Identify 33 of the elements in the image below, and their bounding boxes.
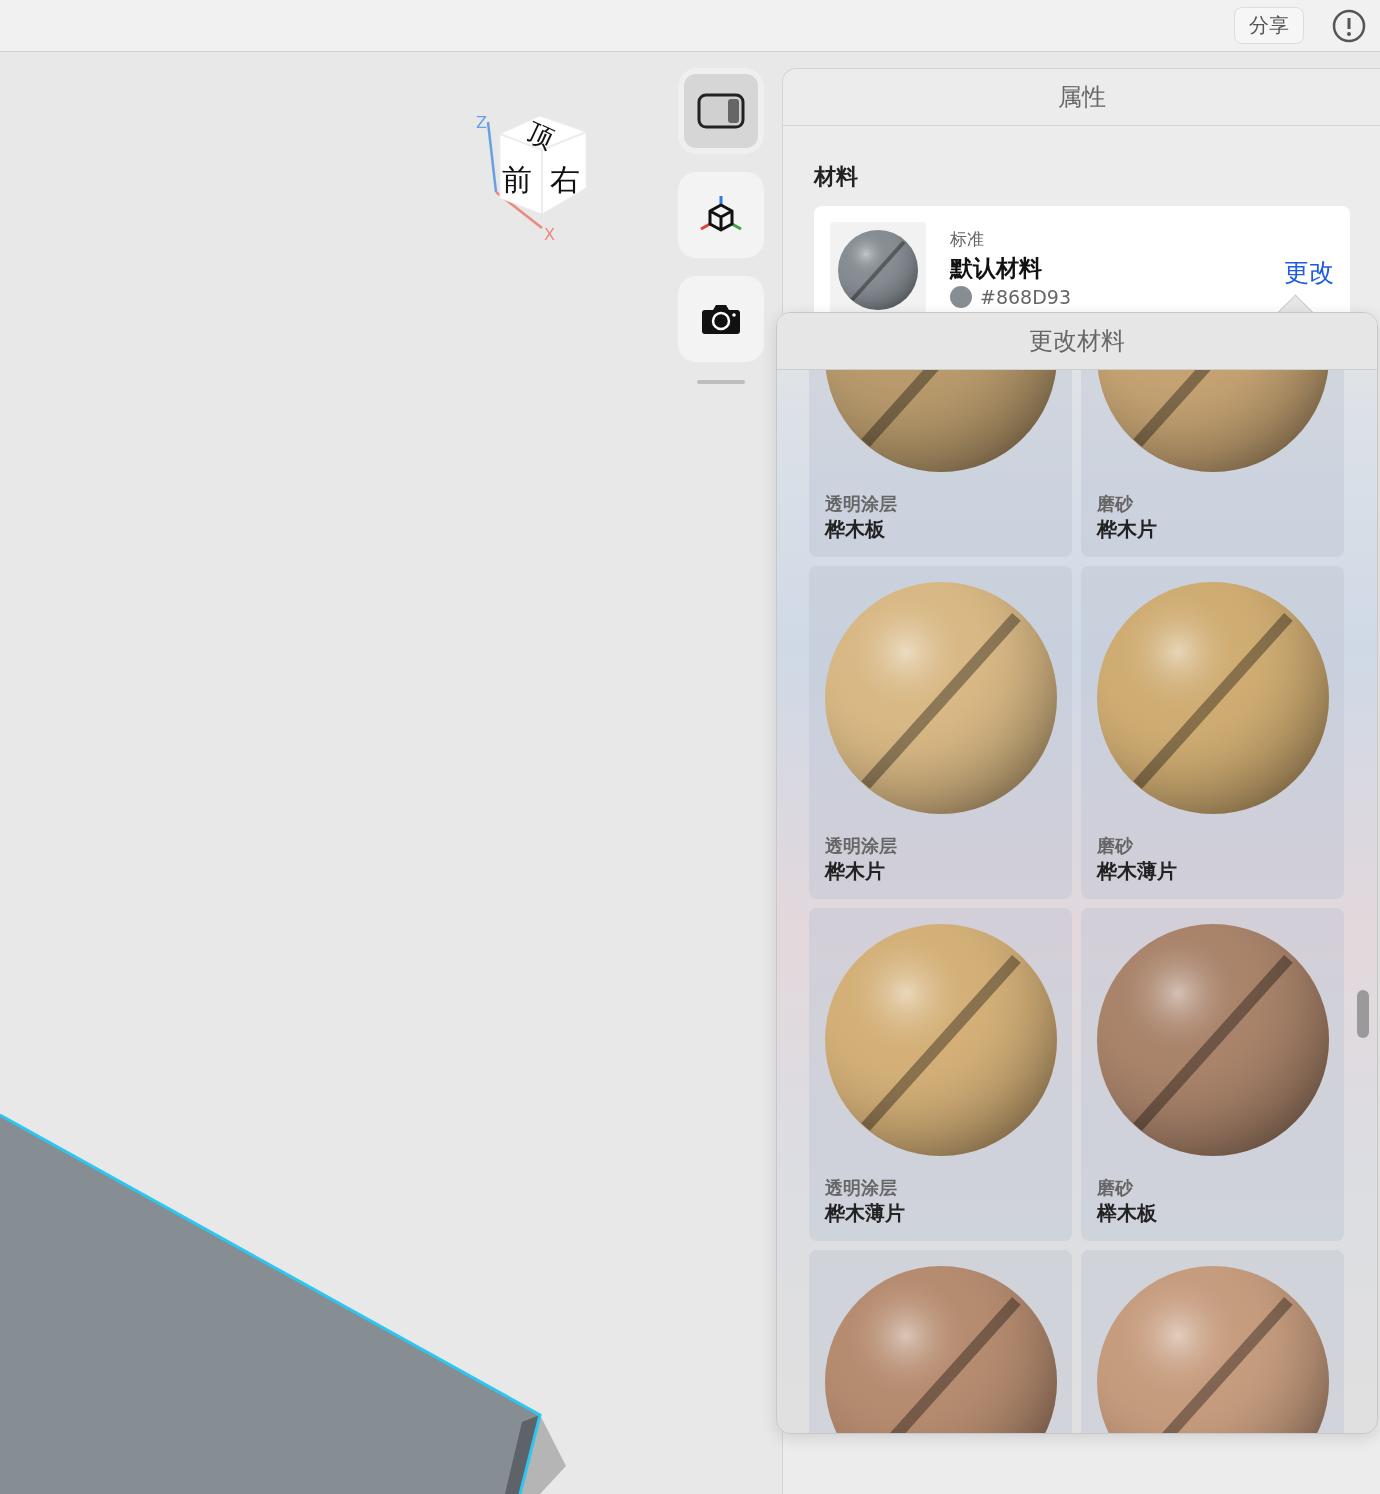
material-name: 桦木薄片 — [1097, 858, 1178, 885]
material-category: 磨砂 — [1097, 492, 1134, 516]
material-name: 桦木片 — [1097, 516, 1158, 543]
change-link[interactable]: 更改 — [1284, 256, 1334, 289]
material-name: 桦木薄片 — [825, 1200, 906, 1227]
share-button[interactable]: 分享 — [1234, 7, 1304, 44]
panel-title: 属性 — [783, 69, 1380, 126]
section-title: 材料 — [814, 163, 859, 191]
camera-icon — [701, 303, 741, 335]
material-tile[interactable]: 透明涂层 桦木板 — [809, 370, 1072, 557]
material-tile[interactable]: 透明涂层 桦木片 — [809, 566, 1072, 899]
material-category: 磨砂 — [1097, 834, 1134, 858]
popover-title: 更改材料 — [777, 313, 1377, 370]
tool-button[interactable] — [678, 276, 764, 362]
material-name: 桦木片 — [825, 858, 886, 885]
material-tile[interactable]: 磨砂 榉木板 — [1081, 908, 1344, 1241]
material-category: 透明涂层 — [825, 1176, 898, 1200]
material-tile[interactable]: 磨砂 桦木薄片 — [1081, 566, 1344, 899]
tool-button[interactable] — [678, 172, 764, 258]
material-category: 透明涂层 — [825, 834, 898, 858]
info-icon[interactable] — [1332, 8, 1366, 43]
material-tile[interactable]: 磨砂 桦木片 — [1081, 370, 1344, 557]
color-hex: #868D93 — [980, 286, 1071, 308]
material-name: 桦木板 — [825, 516, 886, 543]
material-category: 透明涂层 — [825, 492, 898, 516]
tool-button[interactable] — [678, 68, 764, 154]
material-tile[interactable]: 透明涂层 桦木薄片 — [809, 908, 1072, 1241]
scrollbar-thumb[interactable] — [1357, 990, 1369, 1038]
material-name: 默认材料 — [950, 254, 1043, 283]
sidebar-icon — [697, 93, 745, 129]
material-name: 榉木板 — [1097, 1200, 1158, 1227]
material-category: 磨砂 — [1097, 1176, 1134, 1200]
material-type: 标准 — [950, 228, 985, 251]
